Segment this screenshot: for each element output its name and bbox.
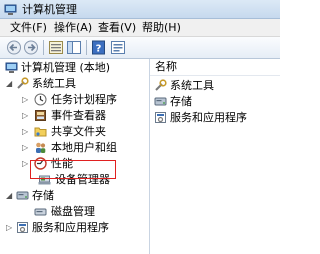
shared-folder-icon [34, 127, 47, 137]
computer-management-icon [4, 4, 17, 15]
svg-text:?: ? [96, 44, 102, 55]
back-icon[interactable] [6, 40, 22, 55]
tree-label: 存储 [32, 189, 54, 202]
list-item[interactable]: 服务和应用程序 [154, 110, 274, 125]
storage-icon [154, 97, 167, 106]
show-hide-tree-icon[interactable] [66, 40, 82, 55]
tools-icon [155, 79, 167, 91]
tree-item-system-tools[interactable]: ◢ 系统工具 [0, 76, 150, 91]
list-item-label: 服务和应用程序 [170, 111, 247, 124]
tree-item-shared-folders[interactable]: ▷ 共享文件夹 [0, 124, 150, 139]
tree-item-local-users[interactable]: ▷ 本地用户和组 [0, 140, 150, 155]
clock-icon [34, 93, 47, 106]
expand-arrow-icon[interactable]: ▷ [22, 111, 30, 120]
highlight-box [30, 160, 116, 179]
tree-label: 磁盘管理 [51, 205, 95, 218]
tree-label: 服务和应用程序 [32, 221, 109, 234]
tree-item-services-apps[interactable]: ▷ 服务和应用程序 [0, 220, 150, 235]
storage-icon [16, 191, 29, 200]
expand-arrow-icon[interactable]: ▷ [6, 223, 14, 232]
tree-item-task-scheduler[interactable]: ▷ 任务计划程序 [0, 92, 150, 107]
users-icon [36, 142, 46, 153]
services-icon [17, 222, 28, 233]
disk-management-icon [34, 208, 47, 216]
tree-item-event-viewer[interactable]: ▷ 事件查看器 [0, 108, 150, 123]
window-title: 计算机管理 [22, 3, 77, 16]
tree-label: 系统工具 [32, 77, 76, 90]
tree-label: 共享文件夹 [51, 125, 106, 138]
tools-icon [17, 77, 29, 89]
properties-icon[interactable] [110, 40, 126, 55]
navigation-tree: 计算机管理 (本地) ◢ 系统工具 ▷ 任务计划程序 ▷ 事件查看器 ▷ 共享文… [0, 59, 150, 254]
expand-arrow-icon[interactable]: ▷ [22, 143, 30, 152]
expand-arrow-icon[interactable]: ▷ [22, 95, 30, 104]
toolbar-separator [86, 40, 87, 55]
list-item[interactable]: 存储 [154, 94, 274, 109]
column-header-label: 名称 [155, 60, 177, 73]
tree-item-storage[interactable]: ◢ 存储 [0, 188, 150, 203]
tree-item-disk-management[interactable]: 磁盘管理 [0, 204, 150, 219]
expand-arrow-icon[interactable]: ▷ [22, 127, 30, 136]
details-pane: 名称 系统工具 存储 服务和应用程序 [150, 59, 280, 254]
menu-action[interactable]: 操作(A) [54, 21, 92, 35]
event-viewer-icon [35, 110, 46, 121]
help-icon[interactable]: ? [91, 40, 107, 55]
menu-view[interactable]: 查看(V) [98, 21, 136, 35]
tree-label: 计算机管理 (本地) [21, 61, 111, 74]
services-icon [155, 112, 166, 123]
tree-item-root[interactable]: 计算机管理 (本地) [0, 60, 150, 75]
menu-file[interactable]: 文件(F) [10, 21, 47, 35]
collapse-arrow-icon[interactable]: ◢ [6, 79, 14, 88]
expand-arrow-icon[interactable]: ▷ [22, 159, 30, 168]
menu-help[interactable]: 帮助(H) [142, 21, 181, 35]
computer-management-icon [5, 62, 18, 73]
toolbar-separator [43, 40, 44, 55]
list-item-label: 系统工具 [170, 79, 214, 92]
menu-bar: 文件(F) 操作(A) 查看(V) 帮助(H) [0, 19, 280, 37]
tree-label: 事件查看器 [51, 109, 106, 122]
collapse-arrow-icon[interactable]: ◢ [6, 191, 14, 200]
up-icon[interactable] [48, 40, 64, 55]
forward-icon[interactable] [23, 40, 39, 55]
column-header-name[interactable]: 名称 [150, 59, 280, 76]
tree-label: 任务计划程序 [51, 93, 117, 106]
toolbar: ? [0, 37, 280, 59]
list-item-label: 存储 [170, 95, 192, 108]
title-bar: 计算机管理 [0, 0, 280, 19]
list-item[interactable]: 系统工具 [154, 78, 274, 93]
tree-label: 本地用户和组 [51, 141, 117, 154]
